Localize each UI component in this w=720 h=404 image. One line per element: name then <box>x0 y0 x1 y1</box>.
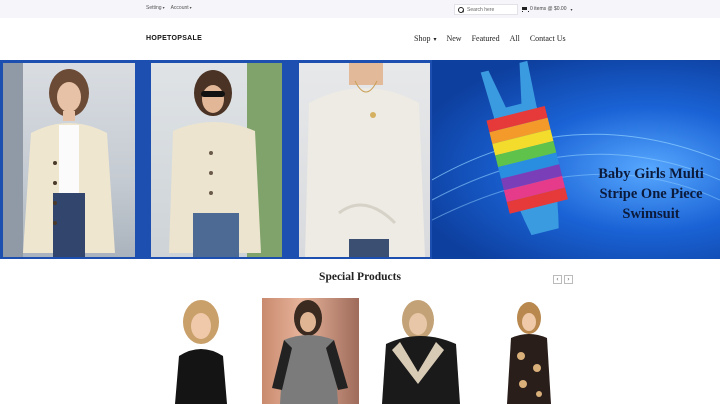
account-menu[interactable]: Account▾ <box>171 5 192 11</box>
search-icon[interactable] <box>458 6 464 13</box>
hero-banner[interactable]: Baby Girls Multi Stripe One Piece Swimsu… <box>0 60 720 259</box>
site-logo[interactable]: HOPETOPSALE <box>146 35 202 42</box>
section-title: Special Products <box>319 271 401 283</box>
top-bar: Setting▾ Account▾ 0 items @ $0.00 ▾ <box>0 0 720 18</box>
chevron-down-icon: ▾ <box>433 37 437 43</box>
setting-menu[interactable]: Setting▾ <box>146 5 165 11</box>
chevron-down-icon: ▾ <box>570 6 573 12</box>
banner-photo-cardigan-1 <box>3 63 135 257</box>
site-header: HOPETOPSALE Shop ▾ New Featured All Cont… <box>0 18 720 60</box>
cart-icon <box>521 6 529 12</box>
carousel-next-button[interactable]: › <box>564 275 573 284</box>
product-image <box>507 302 551 404</box>
chevron-down-icon: ▾ <box>162 5 165 10</box>
promo-line: Swimsuit <box>622 206 680 222</box>
promo-line: Stripe One Piece <box>599 186 703 202</box>
cart-summary: 0 items @ $0.00 <box>530 6 567 12</box>
account-label: Account <box>170 5 189 11</box>
product-image <box>272 300 348 404</box>
cart-button[interactable]: 0 items @ $0.00 ▾ <box>521 6 573 12</box>
chevron-down-icon: ▾ <box>189 5 192 10</box>
product-card[interactable] <box>493 298 565 404</box>
banner-promo-swimsuit <box>432 60 720 259</box>
product-image <box>175 300 227 404</box>
nav-shop[interactable]: Shop ▾ <box>414 34 436 43</box>
product-card[interactable] <box>165 298 237 404</box>
carousel-prev-button[interactable]: ‹ <box>553 275 562 284</box>
banner-photo-sweater <box>299 63 430 257</box>
search-box <box>454 4 518 15</box>
nav-contact-us[interactable]: Contact Us <box>530 34 566 43</box>
nav-all[interactable]: All <box>510 34 520 43</box>
banner-photo-cardigan-2 <box>151 63 282 257</box>
product-image <box>382 300 460 404</box>
promo-headline: Baby Girls Multi Stripe One Piece Swimsu… <box>588 164 714 224</box>
search-input[interactable] <box>467 6 517 13</box>
nav-featured[interactable]: Featured <box>472 34 500 43</box>
setting-label: Setting <box>146 5 162 11</box>
nav-shop-label: Shop <box>414 34 431 43</box>
top-bar-menus: Setting▾ Account▾ <box>146 5 192 11</box>
product-card[interactable] <box>378 298 464 404</box>
nav-new[interactable]: New <box>446 34 461 43</box>
main-nav: Shop ▾ New Featured All Contact Us <box>414 34 566 43</box>
product-card[interactable] <box>262 298 359 404</box>
carousel-controls: ‹ › <box>553 275 573 284</box>
promo-line: Baby Girls Multi <box>598 166 704 182</box>
